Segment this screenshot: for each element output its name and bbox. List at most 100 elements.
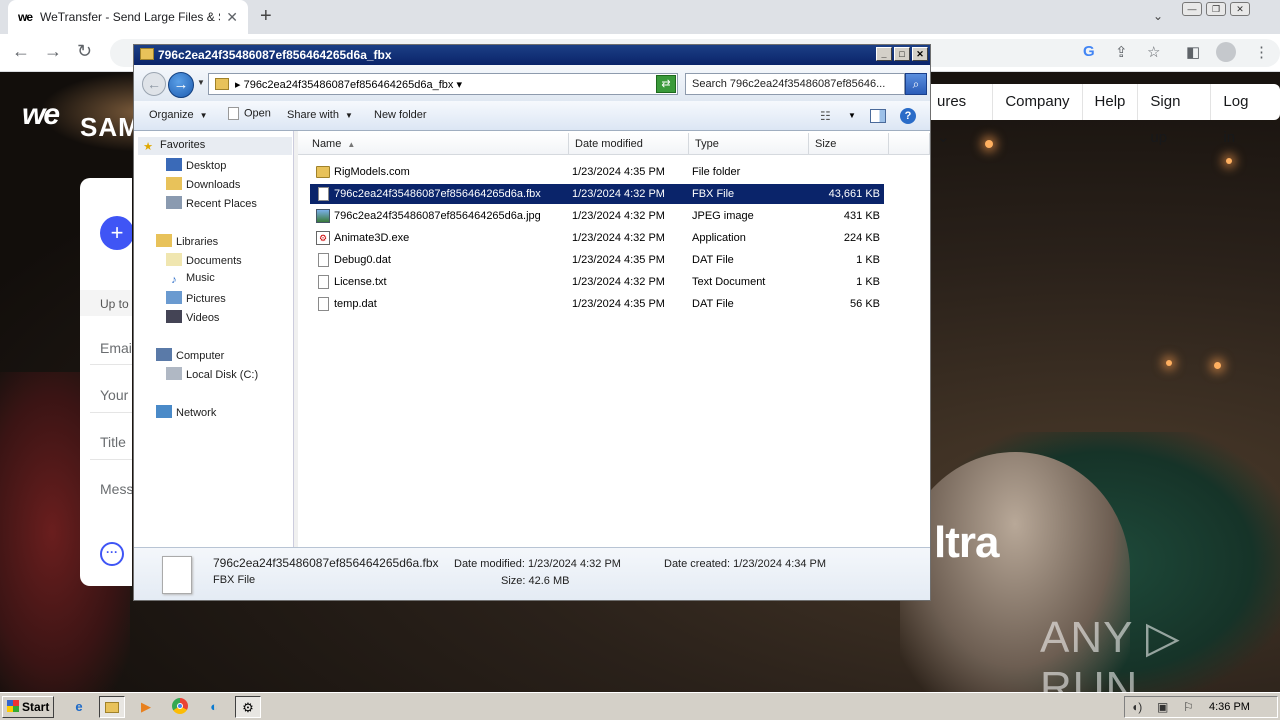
upload-card: + Up to Emai Your Title Mess ···	[80, 178, 132, 586]
wetransfer-favicon: we	[18, 10, 33, 24]
help-icon[interactable]: ?	[900, 108, 916, 124]
close-icon[interactable]: ✕	[912, 47, 928, 61]
share-with-button[interactable]: Share with ▼	[287, 109, 353, 121]
nav-documents[interactable]: Documents	[166, 253, 242, 267]
browser-tab[interactable]: we WeTransfer - Send Large Files & Sha ✕	[8, 0, 248, 34]
edge-icon[interactable]: ◐	[201, 696, 227, 718]
command-bar: Organize ▼ Open Share with ▼ New folder ☷ …	[134, 101, 930, 131]
restore-icon[interactable]: ❐	[1206, 2, 1226, 16]
animate3d-taskbar-icon[interactable]: ⚙	[235, 696, 261, 718]
action-center-flag-icon[interactable]: ⚐	[1183, 700, 1194, 714]
explorer-window: 796c2ea24f35486087ef856464265d6a_fbx _ □…	[133, 44, 931, 601]
nav-videos[interactable]: Videos	[166, 310, 219, 324]
file-row[interactable]: temp.dat 1/23/2024 4:35 PM DAT File 56 K…	[310, 294, 884, 314]
wetransfer-logo[interactable]: we	[22, 98, 60, 132]
file-row[interactable]: Debug0.dat 1/23/2024 4:35 PM DAT File 1 …	[310, 250, 884, 270]
minimize-icon[interactable]: _	[876, 47, 892, 61]
minimize-icon[interactable]: —	[1182, 2, 1202, 16]
nav-log-in[interactable]: Log in	[1210, 84, 1274, 146]
more-options-icon[interactable]: ···	[100, 542, 124, 566]
close-tab-icon[interactable]: ✕	[226, 9, 238, 26]
column-date-modified[interactable]: Date modified	[569, 133, 689, 155]
profile-avatar[interactable]	[1216, 42, 1236, 62]
email-field[interactable]: Emai	[100, 340, 132, 356]
network-status-icon[interactable]: ▣	[1157, 700, 1168, 714]
breadcrumb-dropdown-icon[interactable]: ▾	[456, 79, 462, 91]
search-icon[interactable]: ⌕	[905, 73, 927, 95]
background-light	[1226, 158, 1232, 164]
nav-network[interactable]: Network	[156, 405, 216, 419]
nav-sign-up[interactable]: Sign up	[1137, 84, 1210, 146]
file-row-selected[interactable]: 796c2ea24f35486087ef856464265d6a.fbx 1/2…	[310, 184, 884, 204]
nav-computer[interactable]: Computer	[156, 348, 224, 362]
file-row[interactable]: 796c2ea24f35486087ef856464265d6a.jpg 1/2…	[310, 206, 884, 226]
nav-features[interactable]: ures ⌄	[925, 84, 992, 146]
your-email-field[interactable]: Your	[100, 387, 128, 403]
change-view-icon[interactable]: ☷	[820, 109, 831, 123]
nav-libraries[interactable]: Libraries	[156, 234, 218, 248]
back-arrow-icon[interactable]: ←	[12, 41, 30, 62]
column-name[interactable]: Name ▲	[298, 133, 569, 155]
forward-button[interactable]: →	[168, 72, 194, 98]
chrome-icon[interactable]	[167, 696, 193, 718]
nav-company[interactable]: Company	[992, 84, 1081, 120]
bookmark-star-icon[interactable]: ☆	[1147, 43, 1160, 61]
organize-button[interactable]: Organize ▼	[149, 109, 208, 121]
menu-kebab-icon[interactable]: ⋮	[1254, 43, 1269, 61]
nav-local-disk[interactable]: Local Disk (C:)	[166, 367, 258, 381]
tab-search-icon[interactable]: ⌄	[1153, 9, 1163, 23]
dropdown-arrow-icon: ▼	[344, 111, 353, 120]
ad-headline-text: ltra	[934, 518, 999, 567]
nav-downloads[interactable]: Downloads	[166, 177, 240, 191]
volume-icon[interactable]: ◖)	[1131, 700, 1142, 714]
address-box[interactable]: ▸ 796c2ea24f35486087ef856464265d6a_fbx ▾…	[208, 73, 678, 95]
file-date: 1/23/2024 4:35 PM	[572, 166, 665, 178]
breadcrumb-folder[interactable]: 796c2ea24f35486087ef856464265d6a_fbx	[244, 79, 454, 91]
side-panel-icon[interactable]: ◧	[1186, 43, 1200, 61]
media-player-icon[interactable]: ▶	[133, 696, 159, 718]
view-dropdown-icon[interactable]: ▼	[848, 111, 856, 120]
close-window-icon[interactable]: ✕	[1230, 2, 1250, 16]
back-button[interactable]: ←	[142, 72, 166, 96]
maximize-icon[interactable]: □	[894, 47, 910, 61]
breadcrumb-chevron-icon[interactable]: ▸	[235, 79, 244, 91]
details-date-created: Date created: 1/23/2024 4:34 PM	[664, 558, 827, 570]
clock[interactable]: 4:36 PM	[1209, 701, 1250, 713]
new-tab-button[interactable]: +	[260, 5, 272, 28]
add-files-button[interactable]: +	[100, 216, 132, 250]
file-row[interactable]: RigModels.com 1/23/2024 4:35 PM File fol…	[310, 162, 884, 182]
start-button[interactable]: Start	[2, 696, 54, 718]
search-input[interactable]: Search 796c2ea24f35486087ef85646...	[685, 73, 905, 95]
explorer-title-bar[interactable]: 796c2ea24f35486087ef856464265d6a_fbx _ □…	[134, 45, 930, 65]
reload-icon[interactable]: ↻	[77, 41, 92, 62]
nav-desktop[interactable]: Desktop	[166, 158, 226, 172]
message-field[interactable]: Mess	[100, 481, 132, 497]
forward-arrow-icon[interactable]: →	[44, 41, 62, 62]
nav-favorites[interactable]: ★ Favorites	[140, 139, 205, 154]
title-field[interactable]: Title	[100, 434, 126, 450]
preview-pane-icon[interactable]	[870, 109, 886, 123]
nav-recent-places[interactable]: Recent Places	[166, 196, 257, 210]
explorer-taskbar-icon[interactable]	[99, 696, 125, 718]
nav-help[interactable]: Help	[1081, 84, 1138, 120]
nav-pictures[interactable]: Pictures	[166, 291, 226, 305]
refresh-icon[interactable]: ⇄	[656, 75, 676, 93]
address-path[interactable]: ▸ 796c2ea24f35486087ef856464265d6a_fbx ▾	[235, 78, 462, 91]
address-toolbar: ← → ▼ ▸ 796c2ea24f35486087ef856464265d6a…	[134, 65, 930, 101]
share-icon[interactable]: ⇪	[1115, 43, 1128, 61]
ad-brand-text: SAM	[80, 112, 141, 142]
file-size: 43,661 KB	[828, 188, 880, 200]
nav-music[interactable]: ♪ Music	[166, 272, 214, 287]
internet-explorer-icon[interactable]: e	[66, 696, 92, 718]
column-type[interactable]: Type	[689, 133, 809, 155]
file-date: 1/23/2024 4:32 PM	[572, 276, 665, 288]
file-row[interactable]: ⚙ Animate3D.exe 1/23/2024 4:32 PM Applic…	[310, 228, 884, 248]
file-row[interactable]: License.txt 1/23/2024 4:32 PM Text Docum…	[310, 272, 884, 292]
file-name: Animate3D.exe	[334, 232, 410, 244]
recent-pages-dropdown-icon[interactable]: ▼	[197, 78, 205, 87]
column-size[interactable]: Size	[809, 133, 889, 155]
google-icon[interactable]: G	[1083, 43, 1095, 60]
new-folder-button[interactable]: New folder	[374, 109, 427, 121]
browser-tab-strip: we WeTransfer - Send Large Files & Sha ✕…	[0, 0, 1280, 34]
open-button[interactable]: Open	[228, 107, 271, 120]
